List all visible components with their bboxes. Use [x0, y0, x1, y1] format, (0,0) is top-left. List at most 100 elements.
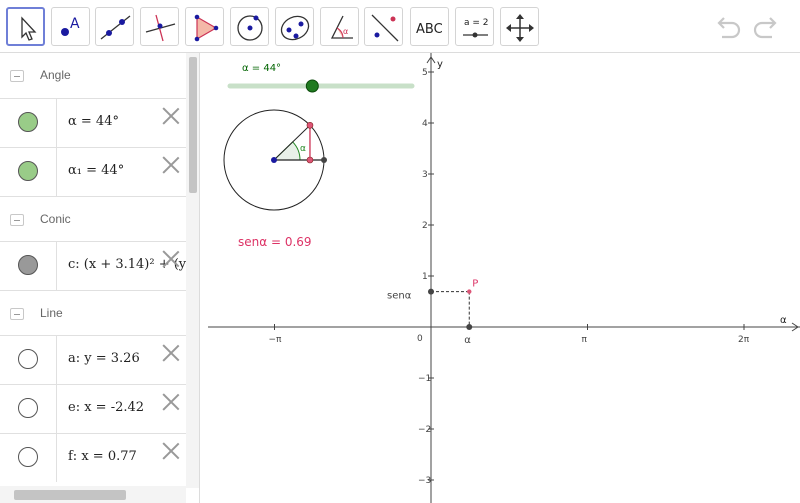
alpha-axis-label: α [464, 335, 471, 346]
visibility-toggle[interactable] [18, 255, 38, 275]
angle-tool-label: α [343, 27, 348, 36]
y-tick-label: 3 [422, 170, 428, 180]
delete-icon[interactable] [162, 441, 180, 459]
vertical-scrollbar[interactable] [186, 53, 199, 488]
perpendicular-line-icon [145, 14, 176, 42]
move-graphics-view-icon [506, 14, 534, 42]
algebra-row[interactable]: e: x = -2.42 [0, 384, 186, 433]
delete-icon[interactable] [162, 106, 180, 124]
algebra-expression[interactable]: α = 44° [68, 114, 119, 129]
rotated-point[interactable] [306, 121, 314, 129]
delete-icon[interactable] [162, 155, 180, 173]
circle-center-point-icon [237, 15, 263, 41]
visibility-toggle[interactable] [18, 349, 38, 369]
sine-axis-label: senα [387, 291, 412, 302]
sine-value-text: senα = 0.69 [238, 235, 312, 249]
undo-icon [717, 17, 741, 39]
algebra-row[interactable]: f: x = 0.77 [0, 433, 186, 482]
y-tick-label: 4 [422, 119, 428, 129]
algebra-expression[interactable]: α₁ = 44° [68, 163, 124, 178]
foot-point[interactable] [306, 156, 314, 164]
y-tick-label: −3 [418, 476, 431, 486]
toolbar: A α ABC a = 2 [0, 0, 800, 53]
line-through-points-icon [100, 15, 131, 40]
point-tool-button[interactable]: A [51, 7, 90, 46]
axis-ticks: −π π 2π 5 4 3 2 1 −1 −2 −3 [269, 68, 750, 486]
reflect-tool-button[interactable] [364, 7, 403, 46]
group-title: Conic [40, 212, 71, 226]
group-header-conic[interactable]: Conic [0, 196, 186, 243]
redo-button[interactable] [752, 12, 782, 42]
slider-icon: a = 2 [463, 18, 489, 38]
visibility-toggle[interactable] [18, 161, 38, 181]
point-p-label: P [472, 279, 478, 290]
unit-point[interactable] [321, 157, 327, 163]
angle-icon: α [330, 15, 353, 39]
angle-arc [272, 141, 301, 161]
text-tool-button[interactable]: ABC [410, 7, 449, 46]
sine-axis-point[interactable] [428, 288, 434, 295]
y-tick-label: −1 [418, 374, 431, 384]
algebra-row[interactable]: a: y = 3.26 [0, 335, 186, 384]
polygon-tool-button[interactable] [185, 7, 224, 46]
graphics-canvas[interactable]: α = 44° α senα = 0.69 α y 0 −π π 2π 5 4 3 2 1 −1… [208, 53, 800, 503]
text-icon: ABC [416, 22, 443, 37]
undo-button[interactable] [712, 12, 742, 42]
scroll-thumb[interactable] [189, 57, 197, 193]
delete-icon[interactable] [162, 343, 180, 361]
algebra-expression[interactable]: e: x = -2.42 [68, 400, 144, 415]
slider-tool-label: a = 2 [464, 18, 489, 28]
algebra-view: Angle α = 44° α₁ = 44° Conic c: (x + 3.1… [0, 53, 200, 503]
conic-tool-button[interactable] [275, 7, 314, 46]
y-tick-label: 5 [422, 68, 428, 78]
circle-center-point[interactable] [271, 157, 277, 163]
angle-label: α [300, 144, 306, 154]
slider-knob[interactable] [305, 79, 319, 93]
graphics-view[interactable]: α = 44° α senα = 0.69 α y 0 −π π 2π 5 4 3 2 1 −1… [208, 53, 800, 503]
y-tick-label: 1 [422, 272, 428, 282]
scroll-thumb[interactable] [14, 490, 126, 500]
ellipse-icon [280, 15, 310, 41]
redo-icon [753, 17, 777, 39]
horizontal-scrollbar[interactable] [0, 486, 186, 503]
y-tick-label: 2 [422, 221, 428, 231]
circle-tool-button[interactable] [230, 7, 269, 46]
pointer-arrow-icon [21, 16, 37, 41]
perpendicular-line-tool-button[interactable] [140, 7, 179, 46]
slider-label: α = 44° [242, 63, 281, 74]
group-title: Line [40, 306, 63, 320]
algebra-expression[interactable]: f: x = 0.77 [68, 449, 137, 464]
x-tick-label: −π [269, 335, 283, 345]
y-tick-label: −2 [418, 425, 431, 435]
x-tick-label: π [582, 335, 588, 345]
visibility-toggle[interactable] [18, 447, 38, 467]
reflect-about-line-icon [371, 14, 399, 42]
line-tool-button[interactable] [95, 7, 134, 46]
move-graphics-tool-button[interactable] [500, 7, 539, 46]
group-header-line[interactable]: Line [0, 290, 186, 337]
collapse-icon[interactable] [10, 70, 24, 82]
algebra-row[interactable]: α₁ = 44° [0, 147, 186, 196]
point-tool-label: A [70, 16, 80, 32]
polygon-icon [194, 14, 219, 42]
x-tick-label: 2π [738, 335, 750, 345]
point-icon: A [61, 16, 80, 36]
point-p[interactable] [467, 289, 472, 294]
visibility-toggle[interactable] [18, 398, 38, 418]
algebra-row[interactable]: α = 44° [0, 98, 186, 147]
algebra-row[interactable]: c: (x + 3.14)² + (y [0, 241, 186, 290]
collapse-icon[interactable] [10, 308, 24, 320]
visibility-toggle[interactable] [18, 112, 38, 132]
delete-icon[interactable] [162, 249, 180, 267]
angle-tool-button[interactable]: α [320, 7, 359, 46]
geogebra-app: A α ABC a = 2 Angle α = 44° α₁ = 44° Con… [0, 0, 800, 503]
delete-icon[interactable] [162, 392, 180, 410]
slider-tool-button[interactable]: a = 2 [455, 7, 494, 46]
y-axis-label: y [437, 59, 443, 70]
group-title: Angle [40, 68, 71, 82]
move-tool-button[interactable] [6, 7, 45, 46]
group-header-angle[interactable]: Angle [0, 53, 186, 100]
collapse-icon[interactable] [10, 214, 24, 226]
alpha-axis-point[interactable] [466, 324, 473, 330]
algebra-expression[interactable]: a: y = 3.26 [68, 351, 140, 366]
